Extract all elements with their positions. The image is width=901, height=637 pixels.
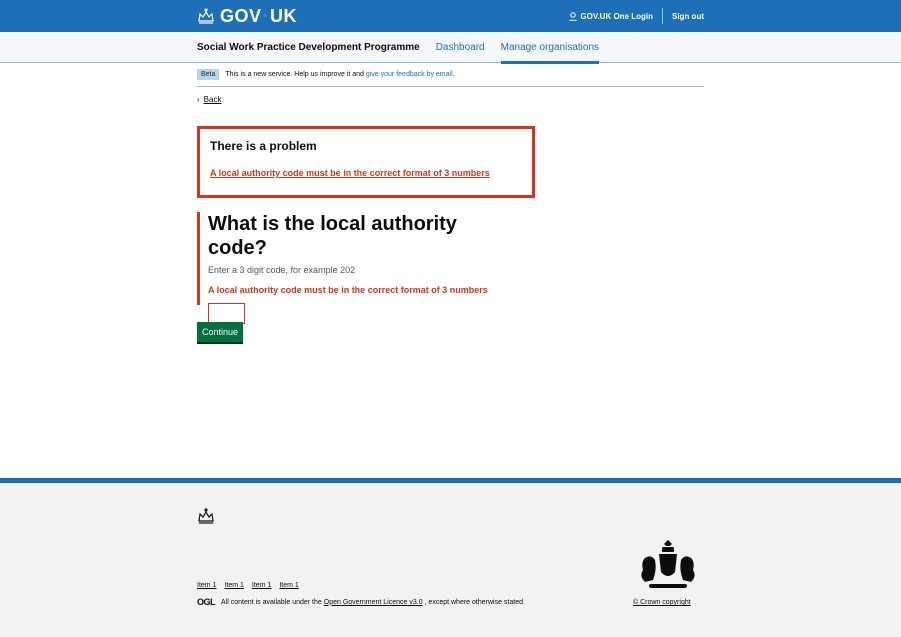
service-navigation: Social Work Practice Development Program… — [0, 32, 901, 64]
feedback-link[interactable]: give your feedback by email — [366, 71, 453, 78]
govuk-header: GOV · UK GOV.UK One Login Sign out — [0, 0, 901, 32]
back-link[interactable]: ‹ Back — [197, 95, 221, 104]
footer-link[interactable]: Item 1 — [197, 582, 216, 589]
beta-tag: Beta — [197, 69, 220, 80]
footer-link[interactable]: Item 1 — [252, 582, 271, 589]
local-authority-code-input[interactable] — [208, 303, 245, 324]
ogl-logo: OGL — [197, 597, 216, 607]
one-login-link[interactable]: GOV.UK One Login — [569, 12, 653, 21]
logo-dot: · — [262, 5, 270, 26]
continue-button[interactable]: Continue — [197, 322, 244, 342]
phase-text: This is a new service. Help us improve i… — [225, 71, 364, 78]
header-account-nav: GOV.UK One Login Sign out — [569, 8, 704, 24]
licence-link[interactable]: Open Government Licence v3.0 — [324, 599, 423, 606]
crown-icon — [198, 8, 214, 24]
chevron-left-icon: ‹ — [197, 95, 200, 104]
user-icon — [569, 11, 577, 21]
licence-suffix: , except where otherwise stated — [424, 598, 523, 606]
error-summary-link[interactable]: A local authority code must be in the co… — [210, 168, 490, 178]
sign-out-link[interactable]: Sign out — [672, 12, 704, 21]
phase-banner: Beta This is a new service. Help us impr… — [197, 64, 704, 87]
footer-link[interactable]: Item 1 — [279, 582, 298, 589]
error-summary-title: There is a problem — [210, 139, 317, 153]
main-content: Beta This is a new service. Help us impr… — [197, 64, 704, 342]
footer-links: Item 1 Item 1 Item 1 Item 1 — [197, 582, 307, 589]
crown-copyright-link[interactable]: © Crown copyright — [633, 599, 691, 606]
nav-item-manage-organisations[interactable]: Manage organisations — [500, 32, 600, 64]
logo-text: GOV — [220, 5, 262, 26]
footer-licence: OGL All content is available under the O… — [197, 597, 523, 607]
one-login-label: GOV.UK One Login — [580, 11, 653, 21]
nav-item-dashboard[interactable]: Dashboard — [436, 32, 485, 63]
form-group-error: What is the local authority code? Enter … — [197, 212, 517, 324]
footer-crown-icon — [197, 508, 215, 529]
footer-link[interactable]: Item 1 — [224, 582, 243, 589]
error-summary: There is a problem A local authority cod… — [197, 126, 535, 198]
field-error-message: A local authority code must be in the co… — [208, 285, 488, 295]
licence-prefix: All content is available under the — [221, 598, 322, 606]
service-name[interactable]: Social Work Practice Development Program… — [197, 42, 420, 53]
govuk-logo[interactable]: GOV · UK — [197, 6, 297, 27]
footer: Item 1 Item 1 Item 1 Item 1 OGL All cont… — [0, 478, 901, 637]
logo-text-uk: UK — [270, 5, 298, 26]
royal-coat-of-arms-icon — [633, 540, 703, 599]
field-hint: Enter a 3 digit code, for example 202 — [208, 265, 356, 275]
back-label: Back — [203, 95, 222, 104]
page-title: What is the local authority code? — [208, 213, 457, 259]
header-separator — [662, 8, 663, 24]
phase-suffix: . — [452, 71, 455, 78]
